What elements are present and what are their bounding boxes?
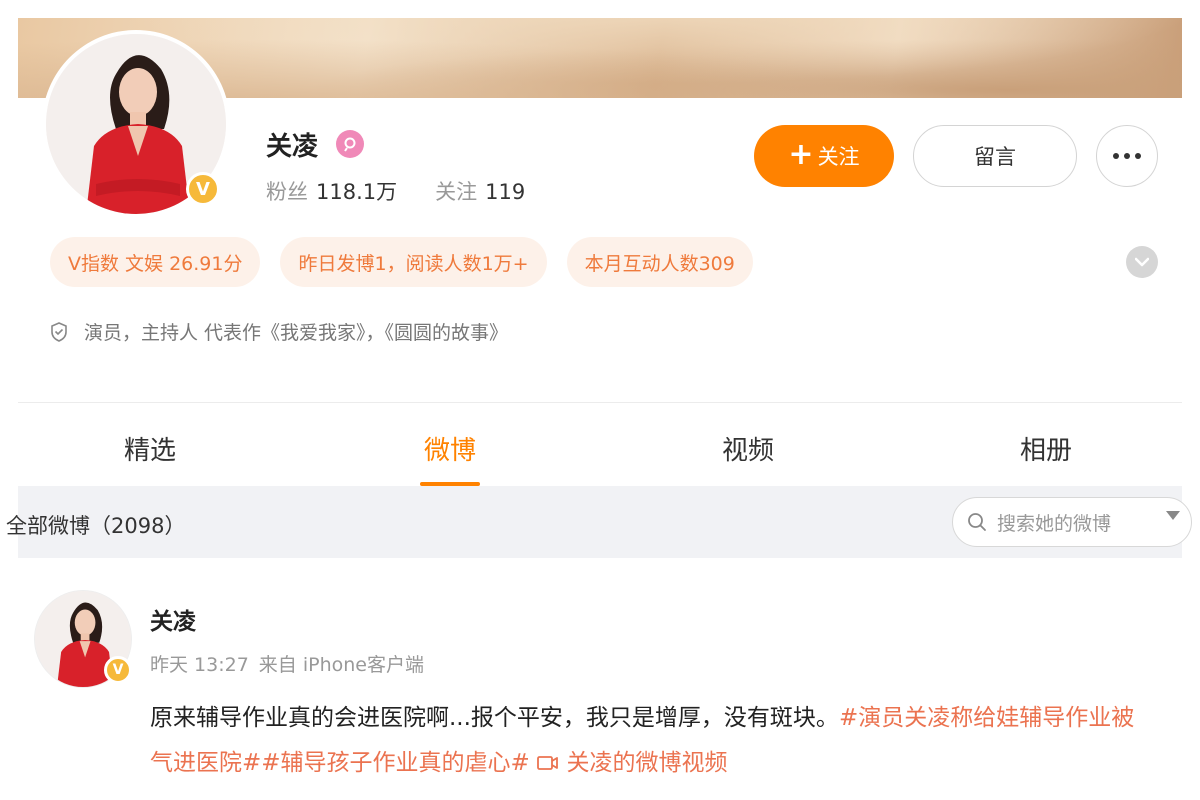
tab-featured[interactable]: 精选 [50,430,250,467]
message-button-label: 留言 [974,145,1016,169]
tab-video[interactable]: 视频 [648,430,848,467]
section-divider [18,402,1182,403]
fans-count: 118.1万 [316,180,398,204]
profile-avatar[interactable]: V [42,30,230,218]
post-meta: 昨天 13:27 来自 iPhone客户端 [150,650,424,677]
search-icon [968,513,986,531]
follow-button-label: 关注 [817,145,860,169]
following-label: 关注 [435,180,478,204]
hashtag-link[interactable]: #辅导孩子作业真的虐心# [261,750,530,776]
expand-tags-button[interactable] [1126,246,1158,278]
tag-yesterday-posts[interactable]: 昨日发博1，阅读人数1万+ [280,237,547,287]
plus-icon: + [788,137,814,172]
shield-icon [51,321,67,342]
profile-tags: V指数 文娱 26.91分 昨日发博1，阅读人数1万+ 本月互动人数309 [50,237,753,287]
following-stat[interactable]: 关注 119 [435,176,525,206]
member-badge-icon[interactable] [336,130,364,158]
profile-name: 关凌 [266,132,319,162]
more-options-button[interactable] [1096,125,1158,187]
following-count: 119 [485,180,526,204]
post-verified-badge-icon: V [104,656,132,684]
tab-album[interactable]: 相册 [946,430,1146,467]
more-dots-icon [1113,153,1141,159]
fans-stat[interactable]: 粉丝 118.1万 [266,176,397,206]
verified-badge-icon: V [186,172,220,206]
post-filter-bar: 全部微博（2098） 搜索她的微博 [6,486,1192,558]
profile-stats: 粉丝 118.1万 关注 119 [266,176,525,206]
post-author-name[interactable]: 关凌 [150,602,196,636]
profile-description: 演员，主持人 代表作《我爱我家》，《圆圆的故事》 [50,318,508,345]
profile-tabs: 精选 微博 视频 相册 [0,404,1200,486]
post-source: 来自 iPhone客户端 [258,654,424,676]
tag-monthly-interactions[interactable]: 本月互动人数309 [566,237,753,287]
tag-v-index[interactable]: V指数 文娱 26.91分 [50,237,261,287]
fans-label: 粉丝 [266,180,308,204]
search-placeholder: 搜索她的微博 [997,512,1112,535]
video-link-label: 关凌的微博视频 [566,750,728,776]
post-content: 原来辅导作业真的会进医院啊...报个平安，我只是增厚，没有斑块。#演员关凌称给娃… [150,696,1150,786]
follow-button[interactable]: + 关注 [754,125,894,187]
tab-weibo[interactable]: 微博 [350,430,550,467]
post-time[interactable]: 昨天 13:27 [150,650,249,677]
post-body-text: 原来辅导作业真的会进医院啊...报个平安，我只是增厚，没有斑块。 [150,705,839,731]
video-icon [537,756,559,770]
post-search-input[interactable]: 搜索她的微博 [952,497,1192,547]
video-link[interactable]: 关凌的微博视频 [537,750,727,776]
message-button[interactable]: 留言 [913,125,1077,187]
description-text: 演员，主持人 代表作《我爱我家》，《圆圆的故事》 [84,322,509,344]
chevron-down-icon [1135,257,1149,267]
search-dropdown-icon[interactable] [1166,511,1180,520]
all-posts-filter[interactable]: 全部微博（2098） [6,510,185,540]
